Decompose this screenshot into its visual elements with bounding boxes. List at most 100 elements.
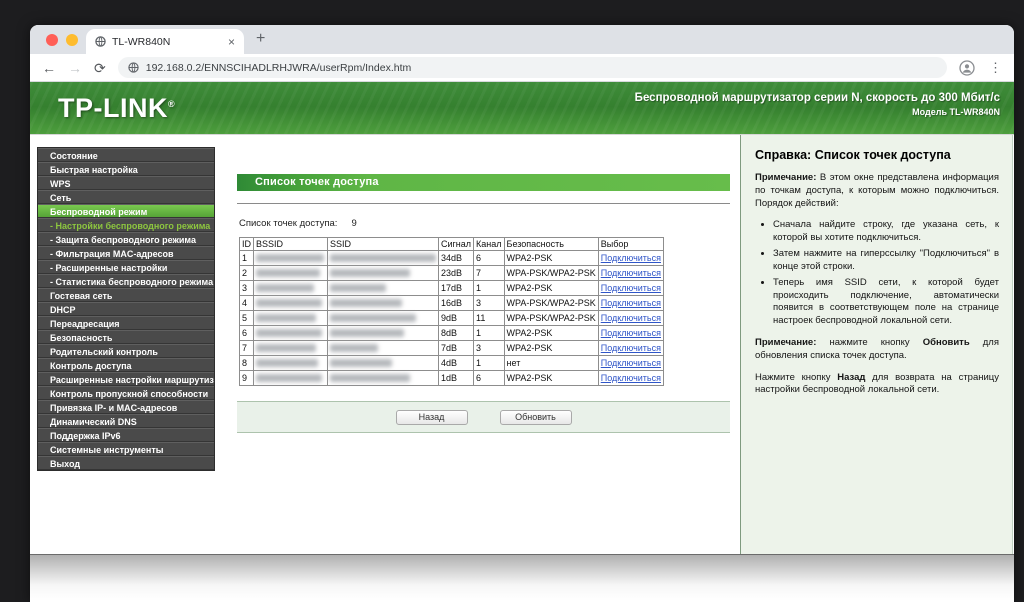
sidebar-item[interactable]: Контроль пропускной способности <box>38 386 214 400</box>
tab-title: TL-WR840N <box>112 36 228 48</box>
ap-id-cell: 4 <box>240 296 254 311</box>
connect-link[interactable]: Подключиться <box>601 313 661 323</box>
back-button[interactable]: Назад <box>396 410 468 425</box>
ap-id-cell: 6 <box>240 326 254 341</box>
redacted-bssid <box>256 329 322 337</box>
refresh-button[interactable]: Обновить <box>500 410 572 425</box>
ap-row: 77dB3WPA2-PSKПодключиться <box>240 341 664 356</box>
connect-link[interactable]: Подключиться <box>601 358 661 368</box>
tab-close-icon[interactable]: × <box>228 36 235 48</box>
redacted-bssid <box>256 299 322 307</box>
ap-bssid-cell <box>254 356 328 371</box>
browser-tab[interactable]: TL-WR840N × <box>86 29 244 54</box>
ap-signal-cell: 17dB <box>439 281 474 296</box>
connect-link[interactable]: Подключиться <box>601 373 661 383</box>
ap-row: 84dB1нетПодключиться <box>240 356 664 371</box>
connect-link[interactable]: Подключиться <box>601 283 661 293</box>
connect-link[interactable]: Подключиться <box>601 328 661 338</box>
url-input[interactable]: 192.168.0.2/ENNSCIHADLRHJWRA/userRpm/Ind… <box>118 57 947 78</box>
col-header-select: Выбор <box>598 238 663 251</box>
ap-ssid-cell <box>328 281 439 296</box>
sidebar-item[interactable]: Безопасность <box>38 330 214 344</box>
profile-icon[interactable] <box>959 60 975 76</box>
sidebar-menu: СостояниеБыстрая настройкаWPSСетьБеспров… <box>37 147 215 471</box>
page-content: СостояниеБыстрая настройкаWPSСетьБеспров… <box>30 135 1014 554</box>
router-header: TP-LINK® Беспроводной маршрутизатор сери… <box>30 82 1014 135</box>
ap-security-cell: WPA2-PSK <box>504 326 598 341</box>
ap-row: 223dB7WPA-PSK/WPA2-PSKПодключиться <box>240 266 664 281</box>
connect-link[interactable]: Подключиться <box>601 253 661 263</box>
close-window-button[interactable] <box>46 34 58 46</box>
redacted-bssid <box>256 284 314 292</box>
sidebar-item[interactable]: Состояние <box>38 148 214 162</box>
ap-bssid-cell <box>254 326 328 341</box>
redacted-ssid <box>330 314 416 322</box>
sidebar-item[interactable]: - Статистика беспроводного режима <box>38 274 214 288</box>
main-panel: Список точек доступа Список точек доступ… <box>226 135 740 554</box>
ap-ssid-cell <box>328 251 439 266</box>
connect-link[interactable]: Подключиться <box>601 298 661 308</box>
ap-signal-cell: 23dB <box>439 266 474 281</box>
ap-security-cell: WPA2-PSK <box>504 251 598 266</box>
new-tab-button[interactable]: + <box>256 30 265 48</box>
ap-signal-cell: 1dB <box>439 371 474 386</box>
registered-mark: ® <box>168 99 175 109</box>
sidebar-item[interactable]: Контроль доступа <box>38 358 214 372</box>
ap-security-cell: WPA-PSK/WPA2-PSK <box>504 296 598 311</box>
ap-signal-cell: 7dB <box>439 341 474 356</box>
back-icon[interactable]: ← <box>42 61 56 75</box>
redacted-bssid <box>256 254 324 262</box>
sidebar-item[interactable]: Переадресация <box>38 316 214 330</box>
sidebar-item[interactable]: Динамический DNS <box>38 414 214 428</box>
sidebar-item[interactable]: Системные инструменты <box>38 442 214 456</box>
site-globe-icon <box>128 62 139 73</box>
ap-security-cell: WPA-PSK/WPA2-PSK <box>504 266 598 281</box>
ap-action-cell: Подключиться <box>598 251 663 266</box>
ap-action-cell: Подключиться <box>598 341 663 356</box>
sidebar-item[interactable]: Гостевая сеть <box>38 288 214 302</box>
ap-table: ID BSSID SSID Сигнал Канал Безопасность … <box>239 237 664 386</box>
col-header-bssid: BSSID <box>254 238 328 251</box>
ap-security-cell: нет <box>504 356 598 371</box>
sidebar-item[interactable]: Расширенные настройки маршрутизации <box>38 372 214 386</box>
ap-count-line: Список точек доступа:9 <box>239 218 730 229</box>
help-panel: Справка: Список точек доступа Примечание… <box>740 135 1013 554</box>
ap-channel-cell: 1 <box>474 356 504 371</box>
sidebar-item[interactable]: Беспроводной режим <box>38 204 214 218</box>
redacted-bssid <box>256 374 322 382</box>
redacted-ssid <box>330 374 410 382</box>
connect-link[interactable]: Подключиться <box>601 343 661 353</box>
connect-link[interactable]: Подключиться <box>601 268 661 278</box>
sidebar-item[interactable]: Поддержка IPv6 <box>38 428 214 442</box>
ap-action-cell: Подключиться <box>598 356 663 371</box>
browser-menu-icon[interactable]: ⋮ <box>989 60 1002 76</box>
sidebar-item[interactable]: WPS <box>38 176 214 190</box>
browser-window: TL-WR840N × + ← → ⟳ 192.168.0.2/ENNSCIHA… <box>30 25 1014 602</box>
col-header-channel: Канал <box>474 238 504 251</box>
ap-row: 68dB1WPA2-PSKПодключиться <box>240 326 664 341</box>
ap-row: 416dB3WPA-PSK/WPA2-PSKПодключиться <box>240 296 664 311</box>
reload-icon[interactable]: ⟳ <box>94 61 106 75</box>
sidebar-item[interactable]: - Настройки беспроводного режима <box>38 218 214 232</box>
sidebar-item[interactable]: - Расширенные настройки <box>38 260 214 274</box>
redacted-ssid <box>330 359 392 367</box>
sidebar-item[interactable]: - Фильтрация MAC-адресов <box>38 246 214 260</box>
redacted-ssid <box>330 254 436 262</box>
minimize-window-button[interactable] <box>66 34 78 46</box>
sidebar-item[interactable]: Привязка IP- и MAC-адресов <box>38 400 214 414</box>
ap-bssid-cell <box>254 251 328 266</box>
sidebar-item[interactable]: Быстрая настройка <box>38 162 214 176</box>
ap-bssid-cell <box>254 281 328 296</box>
ap-security-cell: WPA2-PSK <box>504 281 598 296</box>
sidebar-item[interactable]: Выход <box>38 456 214 470</box>
sidebar-item[interactable]: Сеть <box>38 190 214 204</box>
ap-id-cell: 2 <box>240 266 254 281</box>
sidebar-item[interactable]: DHCP <box>38 302 214 316</box>
ap-row: 317dB1WPA2-PSKПодключиться <box>240 281 664 296</box>
ap-id-cell: 5 <box>240 311 254 326</box>
ap-action-cell: Подключиться <box>598 311 663 326</box>
header-text: Беспроводной маршрутизатор серии N, скор… <box>635 92 1000 117</box>
sidebar-item[interactable]: Родительский контроль <box>38 344 214 358</box>
col-header-signal: Сигнал <box>439 238 474 251</box>
sidebar-item[interactable]: - Защита беспроводного режима <box>38 232 214 246</box>
